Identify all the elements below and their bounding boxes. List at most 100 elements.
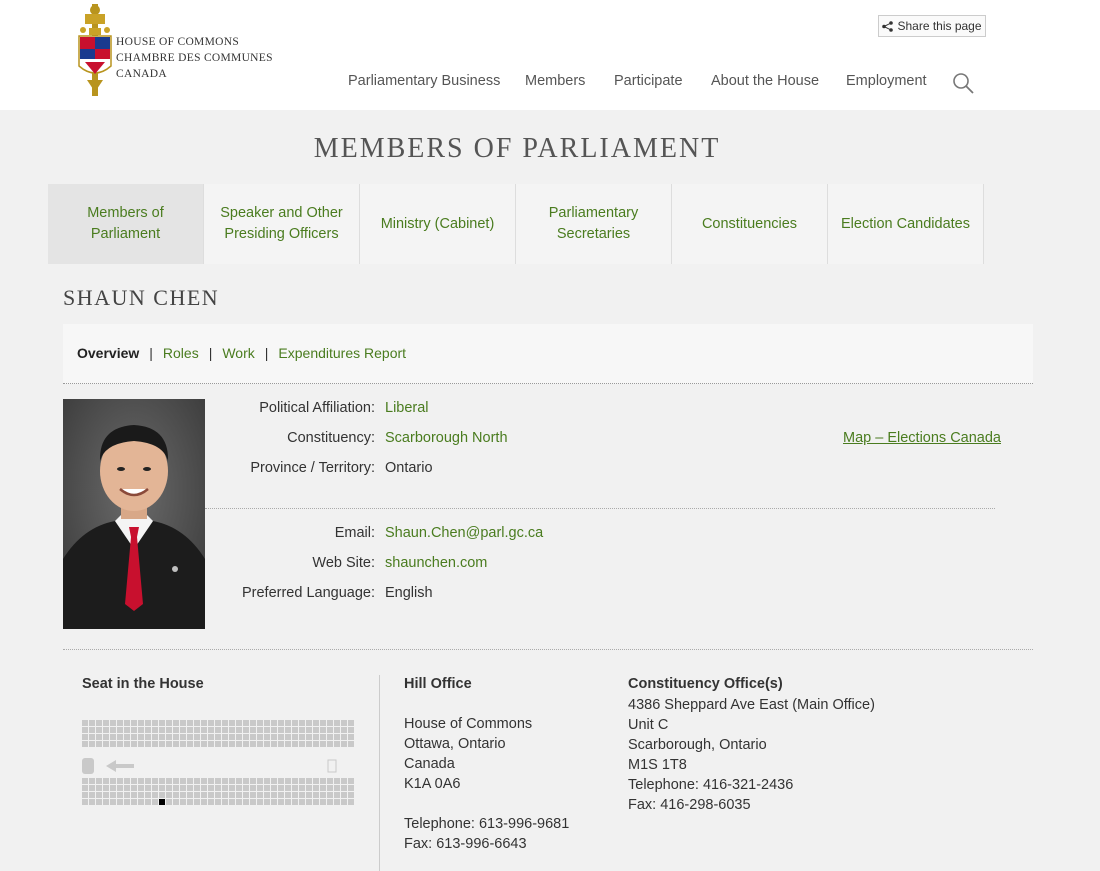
seat xyxy=(166,792,172,798)
seat xyxy=(236,720,242,726)
seat xyxy=(103,785,109,791)
website-label: Web Site: xyxy=(312,555,375,571)
constituency-office-line: Scarborough, Ontario xyxy=(628,737,767,753)
seat xyxy=(194,792,200,798)
email-link[interactable]: Shaun.Chen@parl.gc.ca xyxy=(385,525,543,541)
seat xyxy=(243,799,249,805)
seat xyxy=(278,734,284,740)
seat xyxy=(348,720,354,726)
seat xyxy=(320,785,326,791)
tab-speaker-presiding-officers[interactable]: Speaker and Other Presiding Officers xyxy=(204,184,360,264)
profile-tab-overview[interactable]: Overview xyxy=(77,345,139,361)
seat xyxy=(313,785,319,791)
constituency-link[interactable]: Scarborough North xyxy=(385,430,508,446)
seat xyxy=(327,720,333,726)
seat xyxy=(124,720,130,726)
seat xyxy=(257,799,263,805)
seat xyxy=(243,778,249,784)
seat xyxy=(306,727,312,733)
seat xyxy=(145,741,151,747)
seat xyxy=(278,792,284,798)
page-title: MEMBERS OF PARLIAMENT xyxy=(313,133,721,164)
seat xyxy=(215,741,221,747)
share-page-button[interactable]: Share this page xyxy=(878,15,986,37)
tab-members-of-parliament[interactable]: Members of Parliament xyxy=(48,184,204,264)
seat xyxy=(187,727,193,733)
nav-participate[interactable]: Participate xyxy=(614,73,683,89)
website-link[interactable]: shaunchen.com xyxy=(385,555,487,571)
seat xyxy=(264,785,270,791)
seat xyxy=(215,734,221,740)
seat xyxy=(306,734,312,740)
tab-election-candidates[interactable]: Election Candidates xyxy=(828,184,984,264)
tab-parliamentary-secretaries[interactable]: Parliamentary Secretaries xyxy=(516,184,672,264)
seat xyxy=(110,720,116,726)
seat xyxy=(180,720,186,726)
seat xyxy=(82,727,88,733)
seat xyxy=(194,778,200,784)
seat xyxy=(208,727,214,733)
seat xyxy=(145,799,151,805)
bar-of-house xyxy=(327,759,337,773)
seat xyxy=(89,734,95,740)
affiliation-link[interactable]: Liberal xyxy=(385,400,429,416)
seat xyxy=(215,785,221,791)
seat xyxy=(306,785,312,791)
seat xyxy=(194,720,200,726)
seat xyxy=(194,785,200,791)
seat xyxy=(89,799,95,805)
seat xyxy=(271,778,277,784)
tab-constituencies[interactable]: Constituencies xyxy=(672,184,828,264)
mp-name: SHAUN CHEN xyxy=(63,285,220,310)
seat xyxy=(152,720,158,726)
seat xyxy=(229,792,235,798)
nav-about-the-house[interactable]: About the House xyxy=(711,73,819,89)
seat xyxy=(110,734,116,740)
seat xyxy=(299,734,305,740)
seat xyxy=(82,778,88,784)
nav-members[interactable]: Members xyxy=(525,73,585,89)
seat xyxy=(285,741,291,747)
seat xyxy=(306,720,312,726)
section-divider xyxy=(63,649,1033,650)
profile-tab-roles[interactable]: Roles xyxy=(163,345,199,361)
seat xyxy=(138,792,144,798)
seat xyxy=(320,741,326,747)
seat xyxy=(110,727,116,733)
seat xyxy=(201,720,207,726)
search-icon[interactable] xyxy=(952,72,974,94)
seat xyxy=(215,792,221,798)
seat-map[interactable] xyxy=(82,720,364,812)
seat xyxy=(348,741,354,747)
seat xyxy=(278,785,284,791)
seat xyxy=(208,778,214,784)
seat xyxy=(215,720,221,726)
seat xyxy=(271,741,277,747)
seat xyxy=(166,741,172,747)
seat xyxy=(271,720,277,726)
seat xyxy=(292,727,298,733)
nav-parliamentary-business[interactable]: Parliamentary Business xyxy=(348,73,500,89)
logo-line-2: CHAMBRE DES COMMUNES xyxy=(116,52,273,64)
seat xyxy=(89,785,95,791)
seat xyxy=(257,727,263,733)
seat xyxy=(166,727,172,733)
seat xyxy=(96,741,102,747)
map-elections-canada-link[interactable]: Map – Elections Canada xyxy=(843,430,1001,446)
seat xyxy=(229,778,235,784)
seat xyxy=(145,727,151,733)
seat xyxy=(341,799,347,805)
seat xyxy=(264,792,270,798)
seat xyxy=(285,720,291,726)
seat xyxy=(110,741,116,747)
seat xyxy=(243,734,249,740)
tab-ministry-cabinet[interactable]: Ministry (Cabinet) xyxy=(360,184,516,264)
profile-tab-work[interactable]: Work xyxy=(222,345,254,361)
constituency-office-title: Constituency Office(s) xyxy=(628,676,783,692)
seat xyxy=(166,799,172,805)
nav-employment[interactable]: Employment xyxy=(846,73,927,89)
seat xyxy=(222,734,228,740)
tab-separator: | xyxy=(264,345,269,361)
seat xyxy=(159,778,165,784)
profile-tab-expenditures-report[interactable]: Expenditures Report xyxy=(278,345,406,361)
